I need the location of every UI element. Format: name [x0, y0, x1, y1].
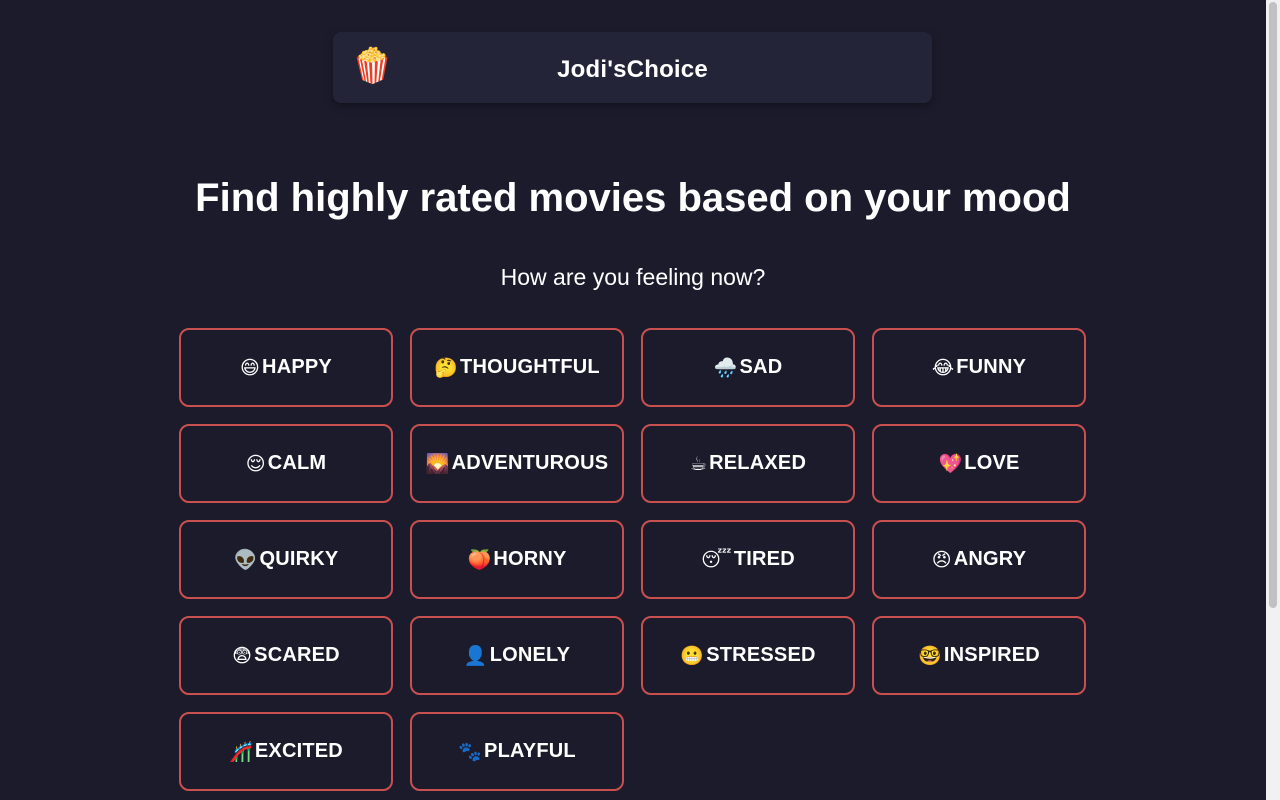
mood-label: SAD	[739, 356, 783, 378]
mood-button-adventurous[interactable]: 🌄 ADVENTUROUS	[410, 424, 624, 503]
mood-button-lonely[interactable]: 👤 LONELY	[410, 616, 624, 695]
peach-icon: 🍑	[467, 549, 492, 571]
app-header: 🍿 Jodi'sChoice	[333, 32, 932, 103]
mood-label: FUNNY	[956, 356, 1027, 378]
fearful-face-icon: 😨	[232, 644, 253, 667]
mood-prompt: How are you feeling now?	[500, 264, 766, 290]
coffee-icon: ☕	[689, 452, 708, 475]
mood-button-love[interactable]: 💖 LOVE	[872, 424, 1086, 503]
nerd-face-icon: 🤓	[918, 645, 942, 667]
paw-prints-icon: 🐾	[458, 741, 483, 763]
happy-icon: 😄	[240, 356, 261, 379]
sleeping-face-icon: 😴	[701, 548, 732, 571]
mood-label: ADVENTUROUS	[451, 452, 609, 474]
mood-button-relaxed[interactable]: ☕ RELAXED	[641, 424, 855, 503]
mood-button-tired[interactable]: 😴 TIRED	[641, 520, 855, 599]
page-headline: Find highly rated movies based on your m…	[195, 176, 1071, 220]
person-silhouette-icon: 👤	[463, 645, 488, 667]
mood-button-funny[interactable]: 😂 FUNNY	[872, 328, 1086, 407]
mood-label: LOVE	[964, 452, 1020, 474]
rain-cloud-icon: 🌧️	[713, 357, 738, 379]
scrollbar-thumb[interactable]	[1269, 2, 1277, 608]
mood-button-happy[interactable]: 😄 HAPPY	[179, 328, 393, 407]
roller-coaster-icon: 🎢	[229, 741, 253, 763]
mood-label: LONELY	[489, 644, 571, 666]
angry-face-icon: 😠	[931, 548, 952, 571]
vertical-scrollbar[interactable]	[1266, 0, 1280, 800]
sparkling-heart-icon: 💖	[938, 453, 963, 475]
mood-button-playful[interactable]: 🐾 PLAYFUL	[410, 712, 624, 791]
mood-label: SCARED	[254, 644, 340, 666]
mood-button-thoughtful[interactable]: 🤔 THOUGHTFUL	[410, 328, 624, 407]
mood-label: CALM	[267, 452, 327, 474]
laughing-icon: 😂	[931, 356, 955, 379]
mood-label: QUIRKY	[259, 548, 339, 570]
mood-button-sad[interactable]: 🌧️ SAD	[641, 328, 855, 407]
mood-button-horny[interactable]: 🍑 HORNY	[410, 520, 624, 599]
mood-button-excited[interactable]: 🎢 EXCITED	[179, 712, 393, 791]
grimacing-face-icon: 😬	[680, 645, 705, 667]
mood-button-quirky[interactable]: 👽 QUIRKY	[179, 520, 393, 599]
mood-label: ANGRY	[953, 548, 1027, 570]
mood-label: INSPIRED	[943, 644, 1040, 666]
mood-label: RELAXED	[709, 452, 807, 474]
mood-label: STRESSED	[706, 644, 816, 666]
relieved-face-icon: 😌	[245, 452, 266, 475]
app-title[interactable]: Jodi'sChoice	[333, 56, 932, 84]
thinking-icon: 🤔	[434, 357, 459, 379]
mood-button-stressed[interactable]: 😬 STRESSED	[641, 616, 855, 695]
sunrise-mountains-icon: 🌄	[425, 453, 450, 475]
page: 🍿 Jodi'sChoice Find highly rated movies …	[0, 0, 1266, 800]
alien-icon: 👽	[233, 549, 258, 571]
mood-label: THOUGHTFUL	[460, 356, 600, 378]
mood-button-scared[interactable]: 😨 SCARED	[179, 616, 393, 695]
mood-label: EXCITED	[254, 740, 343, 762]
mood-label: HAPPY	[262, 356, 332, 378]
mood-label: PLAYFUL	[484, 740, 576, 762]
mood-label: TIRED	[733, 548, 795, 570]
mood-label: HORNY	[493, 548, 567, 570]
mood-button-calm[interactable]: 😌 CALM	[179, 424, 393, 503]
mood-button-angry[interactable]: 😠 ANGRY	[872, 520, 1086, 599]
mood-grid: 😄 HAPPY 🤔 THOUGHTFUL 🌧️ SAD 😂 FUNNY 😌 CALM 🌄 A…	[179, 328, 1087, 791]
mood-button-inspired[interactable]: 🤓 INSPIRED	[872, 616, 1086, 695]
